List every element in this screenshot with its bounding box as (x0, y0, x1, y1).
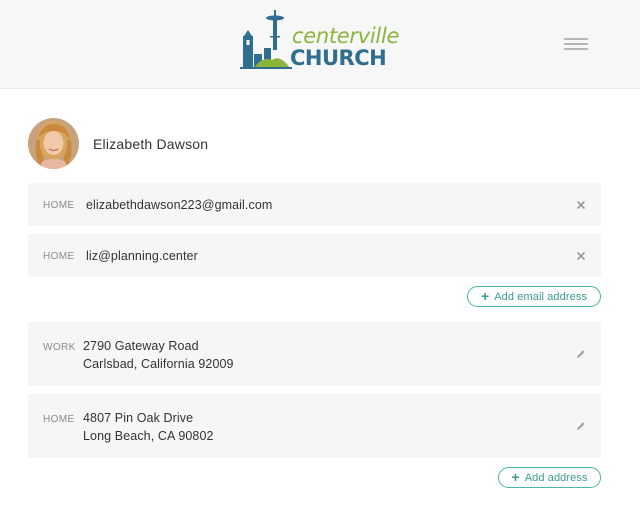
avatar-photo (28, 118, 79, 169)
add-email-button[interactable]: + Add email address (467, 286, 601, 307)
logo-text-centerville: centerville (292, 24, 400, 48)
add-address-button[interactable]: + Add address (498, 467, 601, 488)
avatar (28, 118, 79, 169)
add-email-label: Add email address (494, 290, 588, 303)
remove-email-button[interactable] (575, 249, 587, 261)
email-card: HOME liz@planning.center (28, 234, 601, 277)
plus-icon: + (480, 288, 490, 304)
profile-name: Elizabeth Dawson (93, 136, 209, 152)
edit-address-button[interactable] (575, 347, 587, 359)
address-card: HOME 4807 Pin Oak Drive Long Beach, CA 9… (28, 394, 601, 458)
address-label: WORK (43, 342, 76, 353)
logo-text-church: CHURCH (290, 46, 387, 70)
church-logo[interactable]: centerville CHURCH (240, 10, 399, 72)
hamburger-menu-icon[interactable] (564, 38, 588, 56)
address-card: WORK 2790 Gateway Road Carlsbad, Califor… (28, 322, 601, 386)
email-value: liz@planning.center (86, 249, 198, 263)
edit-address-button[interactable] (575, 419, 587, 431)
pencil-icon (577, 350, 585, 358)
add-address-label: Add address (524, 471, 588, 484)
address-line2: Long Beach, CA 90802 (83, 429, 214, 443)
profile-header: Elizabeth Dawson (28, 118, 608, 170)
address-line1: 4807 Pin Oak Drive (83, 411, 194, 425)
close-icon (577, 201, 585, 209)
address-line2: Carlsbad, California 92009 (83, 357, 234, 371)
address-label: HOME (43, 414, 75, 425)
address-line1: 2790 Gateway Road (83, 339, 199, 353)
email-value: elizabethdawson223@gmail.com (86, 198, 273, 212)
close-icon (577, 252, 585, 260)
email-card: HOME elizabethdawson223@gmail.com (28, 183, 601, 226)
email-label: HOME (43, 251, 75, 262)
church-logo-icon (240, 10, 292, 69)
pencil-icon (577, 422, 585, 430)
app-header: centerville CHURCH (0, 0, 640, 89)
email-label: HOME (43, 200, 75, 211)
remove-email-button[interactable] (575, 198, 587, 210)
plus-icon: + (511, 469, 520, 485)
